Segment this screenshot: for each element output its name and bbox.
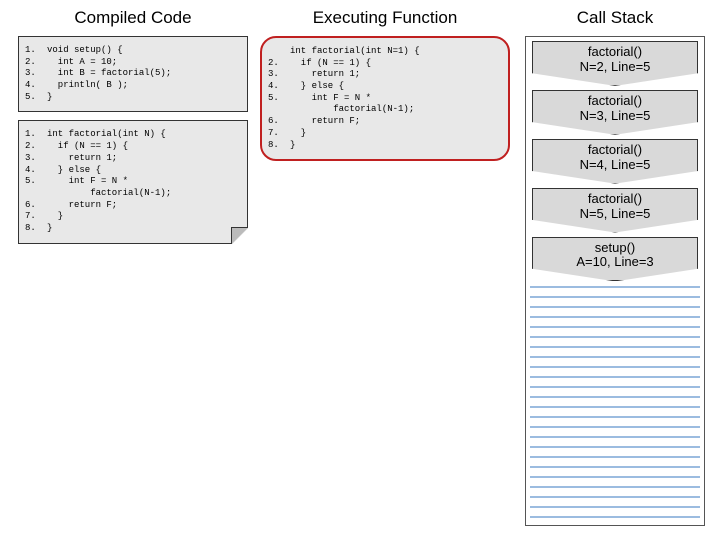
line-number: 4. xyxy=(25,80,47,92)
line-number: 6. xyxy=(268,116,290,128)
stack-frame-func: factorial() xyxy=(537,143,693,158)
stack-frame-func: factorial() xyxy=(537,45,693,60)
call-stack-title: Call Stack xyxy=(520,8,710,28)
code-line: 4. } else { xyxy=(268,81,502,93)
line-number xyxy=(268,46,290,58)
code-text: } xyxy=(47,92,241,104)
code-line: int factorial(int N=1) { xyxy=(268,46,502,58)
line-number: 2. xyxy=(25,141,47,153)
code-text: } else { xyxy=(47,165,241,177)
stack-frame-state: N=2, Line=5 xyxy=(537,60,693,75)
code-line: factorial(N-1); xyxy=(25,188,241,200)
code-line: 4. println( B ); xyxy=(25,80,241,92)
stack-frame: factorial()N=2, Line=5 xyxy=(532,41,698,86)
executing-function-column: Executing Function int factorial(int N=1… xyxy=(260,8,510,161)
code-line: 7. } xyxy=(268,128,502,140)
line-number: 4. xyxy=(268,81,290,93)
code-line: 2. if (N == 1) { xyxy=(268,58,502,70)
line-number xyxy=(25,188,47,200)
stack-frame-state: A=10, Line=3 xyxy=(537,255,693,270)
code-line: 2. if (N == 1) { xyxy=(25,141,241,153)
line-number: 3. xyxy=(268,69,290,81)
code-text: } xyxy=(290,140,502,152)
line-number: 3. xyxy=(25,153,47,165)
code-line: 5. int F = N * xyxy=(25,176,241,188)
line-number: 8. xyxy=(25,223,47,235)
code-line: 7. } xyxy=(25,211,241,223)
stack-frame: factorial()N=4, Line=5 xyxy=(532,139,698,184)
code-text: int F = N * xyxy=(47,176,241,188)
code-line: 5. int F = N * xyxy=(268,93,502,105)
stack-lines-fill xyxy=(530,286,700,521)
stack-frame-state: N=4, Line=5 xyxy=(537,158,693,173)
code-text: return F; xyxy=(290,116,502,128)
line-number: 7. xyxy=(268,128,290,140)
code-text: int factorial(int N) { xyxy=(47,129,241,141)
line-number: 7. xyxy=(25,211,47,223)
code-line: 3. return 1; xyxy=(25,153,241,165)
code-text: return 1; xyxy=(47,153,241,165)
code-text: } xyxy=(47,211,241,223)
executing-function-title: Executing Function xyxy=(260,8,510,28)
code-text: } else { xyxy=(290,81,502,93)
code-text: void setup() { xyxy=(47,45,241,57)
code-line: 3. int B = factorial(5); xyxy=(25,68,241,80)
stack-frame: factorial()N=3, Line=5 xyxy=(532,90,698,135)
stack-frame-func: factorial() xyxy=(537,192,693,207)
code-line: 4. } else { xyxy=(25,165,241,177)
line-number: 2. xyxy=(25,57,47,69)
call-stack-column: Call Stack factorial()N=2, Line=5factori… xyxy=(520,8,710,526)
compiled-setup-box: 1.void setup() {2. int A = 10;3. int B =… xyxy=(18,36,248,112)
line-number: 8. xyxy=(268,140,290,152)
line-number: 5. xyxy=(25,176,47,188)
code-line: 6. return F; xyxy=(25,200,241,212)
code-text: println( B ); xyxy=(47,80,241,92)
code-text: int B = factorial(5); xyxy=(47,68,241,80)
compiled-code-title: Compiled Code xyxy=(18,8,248,28)
stack-frame-func: setup() xyxy=(537,241,693,256)
code-text: return F; xyxy=(47,200,241,212)
stack-frame-state: N=3, Line=5 xyxy=(537,109,693,124)
code-text: if (N == 1) { xyxy=(290,58,502,70)
line-number xyxy=(268,104,290,116)
code-text: } xyxy=(47,223,241,235)
line-number: 6. xyxy=(25,200,47,212)
line-number: 5. xyxy=(268,93,290,105)
code-text: } xyxy=(290,128,502,140)
compiled-factorial-box: 1.int factorial(int N) {2. if (N == 1) {… xyxy=(18,120,248,243)
code-text: int A = 10; xyxy=(47,57,241,69)
code-text: if (N == 1) { xyxy=(47,141,241,153)
code-line: 8.} xyxy=(268,140,502,152)
call-stack-box: factorial()N=2, Line=5factorial()N=3, Li… xyxy=(525,36,705,526)
stack-frame: setup()A=10, Line=3 xyxy=(532,237,698,282)
code-line: 1.void setup() { xyxy=(25,45,241,57)
code-line: 5.} xyxy=(25,92,241,104)
stack-frame-func: factorial() xyxy=(537,94,693,109)
code-line: 3. return 1; xyxy=(268,69,502,81)
line-number: 4. xyxy=(25,165,47,177)
compiled-code-column: Compiled Code 1.void setup() {2. int A =… xyxy=(18,8,248,252)
code-line: 1.int factorial(int N) { xyxy=(25,129,241,141)
code-text: return 1; xyxy=(290,69,502,81)
code-text: int factorial(int N=1) { xyxy=(290,46,502,58)
stack-frames: factorial()N=2, Line=5factorial()N=3, Li… xyxy=(526,41,704,281)
code-line: 8.} xyxy=(25,223,241,235)
stack-frame-state: N=5, Line=5 xyxy=(537,207,693,222)
line-number: 3. xyxy=(25,68,47,80)
code-text: factorial(N-1); xyxy=(290,104,502,116)
code-text: factorial(N-1); xyxy=(47,188,241,200)
executing-code-box: int factorial(int N=1) {2. if (N == 1) {… xyxy=(260,36,510,161)
code-text: int F = N * xyxy=(290,93,502,105)
code-line: 2. int A = 10; xyxy=(25,57,241,69)
code-line: factorial(N-1); xyxy=(268,104,502,116)
code-line: 6. return F; xyxy=(268,116,502,128)
stack-frame: factorial()N=5, Line=5 xyxy=(532,188,698,233)
line-number: 1. xyxy=(25,45,47,57)
line-number: 2. xyxy=(268,58,290,70)
line-number: 1. xyxy=(25,129,47,141)
line-number: 5. xyxy=(25,92,47,104)
